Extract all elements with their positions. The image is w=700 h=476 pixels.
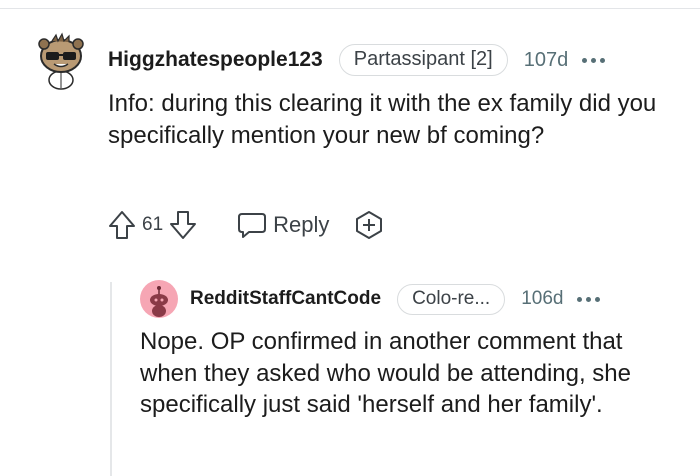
reply-user-flair: Colo-re... [397, 283, 506, 315]
downvote-arrow-icon[interactable] [169, 210, 197, 240]
thread-line[interactable] [110, 282, 112, 476]
default-snoo-avatar-icon [140, 280, 178, 318]
speech-bubble-icon [238, 213, 267, 238]
more-options-icon[interactable] [582, 57, 606, 63]
avatar[interactable] [34, 32, 88, 90]
reply-label: Reply [273, 212, 330, 237]
vote-score: 61 [142, 214, 164, 235]
award-button[interactable] [353, 209, 385, 241]
comment-body: Info: during this clearing it with the e… [108, 90, 657, 149]
comment-author[interactable]: Higgzhatespeople123 [108, 48, 323, 72]
reply-author[interactable]: RedditStaffCantCode [190, 288, 381, 310]
user-flair: Partassipant [2] [338, 44, 508, 76]
upvote-arrow-icon[interactable] [108, 210, 136, 240]
reply-body: Nope. OP confirmed in another comment th… [140, 328, 632, 418]
snoo-avatar-icon [38, 32, 84, 90]
comment-meta: Higgzhatespeople123 Partassipant [2] 107… [108, 42, 606, 78]
plus-award-icon [356, 211, 383, 239]
comment-actions: 61 Reply [108, 205, 385, 245]
reply-age[interactable]: 106d [521, 288, 563, 310]
more-options-icon[interactable] [577, 296, 601, 302]
comment-age[interactable]: 107d [524, 49, 569, 72]
reply-avatar[interactable] [140, 280, 178, 318]
reply-meta: RedditStaffCantCode Colo-re... 106d [190, 281, 601, 317]
reply-button[interactable]: Reply [237, 211, 329, 239]
top-divider [0, 8, 700, 9]
